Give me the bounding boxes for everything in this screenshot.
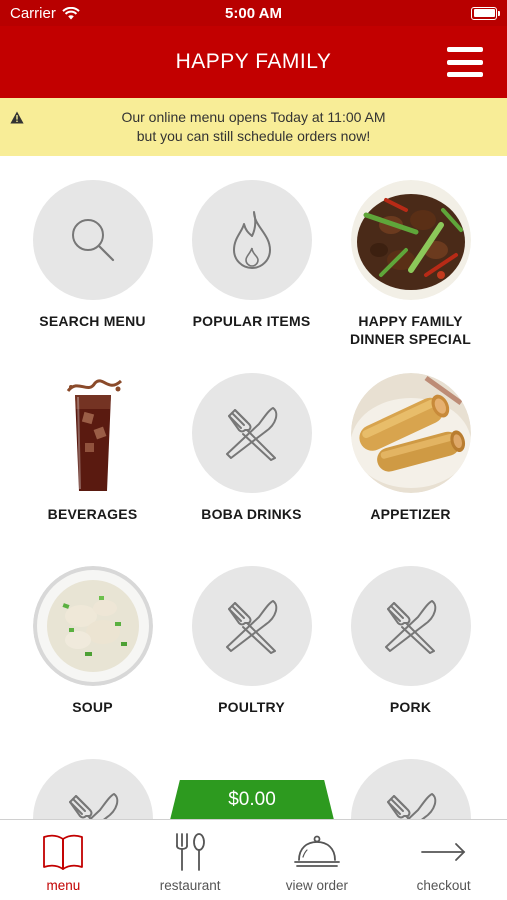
cart-total-amount: $0.00 bbox=[228, 789, 276, 810]
tab-label: menu bbox=[46, 878, 81, 893]
category-label: SEARCH MENU bbox=[39, 313, 146, 329]
category-label: HAPPY FAMILY DINNER SPECIAL bbox=[331, 312, 490, 348]
fork-knife-icon bbox=[225, 407, 277, 461]
stir-fry-photo bbox=[350, 180, 471, 300]
carrier-label: Carrier bbox=[10, 4, 56, 22]
category-label: POPULAR ITEMS bbox=[192, 313, 311, 329]
tab-menu[interactable]: menu bbox=[0, 820, 127, 900]
hamburger-line bbox=[447, 47, 483, 52]
tab-restaurant[interactable]: restaurant bbox=[127, 820, 254, 900]
tab-label: restaurant bbox=[159, 878, 221, 893]
category-circle bbox=[350, 759, 471, 819]
tab-label: view order bbox=[285, 878, 349, 893]
category-label-line-1: HAPPY FAMILY bbox=[358, 313, 463, 329]
category-label: BOBA DRINKS bbox=[201, 506, 302, 522]
category-search-menu[interactable]: SEARCH MENU bbox=[13, 180, 172, 330]
category-appetizer[interactable]: APPETIZER bbox=[331, 373, 490, 523]
category-pork[interactable]: PORK bbox=[331, 566, 490, 716]
app-header: HAPPY FAMILY bbox=[0, 26, 507, 98]
category-label: POULTRY bbox=[218, 699, 285, 715]
category-label-line-2: DINNER SPECIAL bbox=[349, 331, 472, 347]
egg-roll-photo bbox=[350, 373, 471, 493]
tab-view-order[interactable]: view order bbox=[254, 820, 381, 900]
cola-glass-photo bbox=[32, 373, 153, 493]
tab-checkout[interactable]: checkout bbox=[380, 820, 507, 900]
book-icon bbox=[42, 832, 84, 872]
category-label: BEVERAGES bbox=[47, 506, 138, 522]
arrow-right-icon bbox=[420, 832, 468, 872]
category-circle bbox=[191, 566, 312, 686]
banner-line-2: but you can still schedule orders now! bbox=[136, 128, 371, 144]
fork-knife-icon bbox=[386, 793, 436, 819]
bottom-tab-bar: menu restaurant view order checkout bbox=[0, 819, 507, 900]
cloche-icon bbox=[293, 832, 341, 872]
battery-icon bbox=[471, 6, 500, 20]
category-circle bbox=[32, 180, 153, 300]
category-label: APPETIZER bbox=[370, 506, 451, 522]
category-circle bbox=[191, 373, 312, 493]
wonton-soup-photo bbox=[32, 566, 153, 686]
banner-text: Our online menu opens Today at 11:00 AM … bbox=[121, 108, 385, 146]
cart-total-button[interactable]: $0.00 bbox=[170, 780, 334, 820]
warning-icon bbox=[10, 111, 24, 124]
hamburger-line bbox=[447, 59, 483, 65]
category-circle bbox=[350, 566, 471, 686]
category-boba-drinks[interactable]: BOBA DRINKS bbox=[172, 373, 331, 523]
category-poultry[interactable]: POULTRY bbox=[172, 566, 331, 716]
status-left: Carrier bbox=[10, 5, 80, 22]
category-popular-items[interactable]: POPULAR ITEMS bbox=[172, 180, 331, 330]
category-partial[interactable] bbox=[331, 759, 490, 819]
app-title: HAPPY FAMILY bbox=[175, 50, 332, 73]
category-circle bbox=[32, 759, 153, 819]
banner-line-1: Our online menu opens Today at 11:00 AM bbox=[121, 109, 386, 125]
fork-knife-icon bbox=[68, 793, 118, 819]
hamburger-line bbox=[447, 72, 483, 77]
category-label: PORK bbox=[389, 699, 432, 715]
category-dinner-special[interactable]: HAPPY FAMILY DINNER SPECIAL bbox=[331, 180, 490, 348]
category-circle bbox=[191, 180, 312, 300]
fork-knife-icon bbox=[225, 600, 277, 654]
hamburger-menu-button[interactable] bbox=[447, 47, 483, 77]
search-icon bbox=[71, 219, 114, 262]
flame-icon bbox=[232, 211, 271, 269]
tab-label: checkout bbox=[416, 878, 471, 893]
category-soup[interactable]: SOUP bbox=[13, 566, 172, 716]
category-grid: SEARCH MENU POPULAR ITEMS HAPPY FAMILY D… bbox=[0, 156, 507, 819]
utensils-icon bbox=[173, 832, 207, 872]
status-bar: Carrier 5:00 AM bbox=[0, 0, 507, 26]
schedule-notice-banner: Our online menu opens Today at 11:00 AM … bbox=[0, 98, 507, 156]
category-beverages[interactable]: BEVERAGES bbox=[13, 373, 172, 523]
fork-knife-icon bbox=[384, 600, 436, 654]
wifi-icon bbox=[62, 6, 80, 19]
category-label: SOUP bbox=[72, 699, 113, 715]
category-partial[interactable] bbox=[13, 759, 172, 819]
